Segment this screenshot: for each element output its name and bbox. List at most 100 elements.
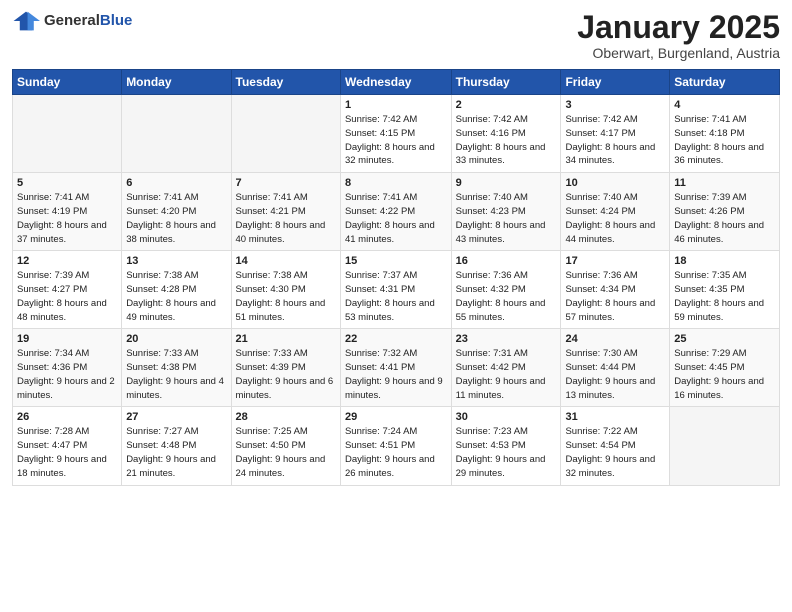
day-number: 25 — [674, 333, 775, 345]
logo-text-blue: Blue — [100, 12, 133, 29]
calendar-cell: 17Sunrise: 7:36 AM Sunset: 4:34 PM Dayli… — [561, 251, 670, 329]
calendar-day-header: Saturday — [670, 70, 780, 95]
day-info: Sunrise: 7:38 AM Sunset: 4:28 PM Dayligh… — [126, 269, 226, 324]
day-number: 9 — [456, 177, 557, 189]
calendar-table: SundayMondayTuesdayWednesdayThursdayFrid… — [12, 69, 780, 485]
day-number: 23 — [456, 333, 557, 345]
day-info: Sunrise: 7:30 AM Sunset: 4:44 PM Dayligh… — [565, 347, 665, 402]
calendar-week-row: 12Sunrise: 7:39 AM Sunset: 4:27 PM Dayli… — [13, 251, 780, 329]
title-block: January 2025 Oberwart, Burgenland, Austr… — [577, 10, 780, 61]
day-info: Sunrise: 7:33 AM Sunset: 4:39 PM Dayligh… — [236, 347, 336, 402]
day-number: 27 — [126, 411, 226, 423]
calendar-cell: 3 Sunrise: 7:42 AM Sunset: 4:17 PM Daylig… — [561, 95, 670, 173]
day-number: 3 — [565, 99, 665, 111]
calendar-cell: 6Sunrise: 7:41 AM Sunset: 4:20 PM Daylig… — [122, 173, 231, 251]
day-info: Sunrise: 7:36 AM Sunset: 4:32 PM Dayligh… — [456, 269, 557, 324]
calendar-cell: 15Sunrise: 7:37 AM Sunset: 4:31 PM Dayli… — [340, 251, 451, 329]
calendar-day-header: Friday — [561, 70, 670, 95]
calendar-cell: 23 Sunrise: 7:31 AM Sunset: 4:42 PM Dayli… — [451, 329, 561, 407]
day-info: Sunrise: 7:35 AM Sunset: 4:35 PM Dayligh… — [674, 269, 775, 324]
day-info: Sunrise: 7:31 AM Sunset: 4:42 PM Dayligh… — [456, 347, 557, 402]
calendar-cell: 24 Sunrise: 7:30 AM Sunset: 4:44 PM Dayli… — [561, 329, 670, 407]
day-info: Sunrise: 7:42 AM Sunset: 4:17 PM Dayligh… — [565, 113, 665, 168]
calendar-cell: 7 Sunrise: 7:41 AM Sunset: 4:21 PM Daylig… — [231, 173, 340, 251]
day-number: 11 — [674, 177, 775, 189]
calendar-cell: 9 Sunrise: 7:40 AM Sunset: 4:23 PM Daylig… — [451, 173, 561, 251]
calendar-day-header: Tuesday — [231, 70, 340, 95]
calendar-day-header: Sunday — [13, 70, 122, 95]
day-info: Sunrise: 7:34 AM Sunset: 4:36 PM Dayligh… — [17, 347, 117, 402]
day-number: 18 — [674, 255, 775, 267]
calendar-cell: 10 Sunrise: 7:40 AM Sunset: 4:24 PM Dayli… — [561, 173, 670, 251]
calendar-cell: 2 Sunrise: 7:42 AM Sunset: 4:16 PM Daylig… — [451, 95, 561, 173]
day-info: Sunrise: 7:38 AM Sunset: 4:30 PM Dayligh… — [236, 269, 336, 324]
day-number: 26 — [17, 411, 117, 423]
day-number: 17 — [565, 255, 665, 267]
day-number: 24 — [565, 333, 665, 345]
day-number: 14 — [236, 255, 336, 267]
day-info: Sunrise: 7:27 AM Sunset: 4:48 PM Dayligh… — [126, 425, 226, 480]
calendar-cell: 19 Sunrise: 7:34 AM Sunset: 4:36 PM Dayli… — [13, 329, 122, 407]
calendar-cell: 27 Sunrise: 7:27 AM Sunset: 4:48 PM Dayli… — [122, 407, 231, 485]
day-number: 20 — [126, 333, 226, 345]
calendar-cell: 28Sunrise: 7:25 AM Sunset: 4:50 PM Dayli… — [231, 407, 340, 485]
day-number: 19 — [17, 333, 117, 345]
day-number: 15 — [345, 255, 447, 267]
day-info: Sunrise: 7:39 AM Sunset: 4:27 PM Dayligh… — [17, 269, 117, 324]
calendar-cell — [231, 95, 340, 173]
day-info: Sunrise: 7:41 AM Sunset: 4:18 PM Dayligh… — [674, 113, 775, 168]
calendar-header-row: SundayMondayTuesdayWednesdayThursdayFrid… — [13, 70, 780, 95]
day-info: Sunrise: 7:28 AM Sunset: 4:47 PM Dayligh… — [17, 425, 117, 480]
day-number: 5 — [17, 177, 117, 189]
day-info: Sunrise: 7:41 AM Sunset: 4:19 PM Dayligh… — [17, 191, 117, 246]
day-info: Sunrise: 7:41 AM Sunset: 4:21 PM Dayligh… — [236, 191, 336, 246]
day-number: 28 — [236, 411, 336, 423]
calendar-day-header: Monday — [122, 70, 231, 95]
day-info: Sunrise: 7:29 AM Sunset: 4:45 PM Dayligh… — [674, 347, 775, 402]
page-container: GeneralBlue January 2025 Oberwart, Burge… — [0, 0, 792, 496]
calendar-week-row: 1 Sunrise: 7:42 AM Sunset: 4:15 PM Daylig… — [13, 95, 780, 173]
calendar-cell: 25 Sunrise: 7:29 AM Sunset: 4:45 PM Dayli… — [670, 329, 780, 407]
day-info: Sunrise: 7:40 AM Sunset: 4:24 PM Dayligh… — [565, 191, 665, 246]
calendar-cell: 16 Sunrise: 7:36 AM Sunset: 4:32 PM Dayli… — [451, 251, 561, 329]
day-info: Sunrise: 7:42 AM Sunset: 4:16 PM Dayligh… — [456, 113, 557, 168]
day-number: 4 — [674, 99, 775, 111]
calendar-cell: 29 Sunrise: 7:24 AM Sunset: 4:51 PM Dayli… — [340, 407, 451, 485]
day-number: 31 — [565, 411, 665, 423]
day-number: 13 — [126, 255, 226, 267]
day-number: 22 — [345, 333, 447, 345]
day-info: Sunrise: 7:39 AM Sunset: 4:26 PM Dayligh… — [674, 191, 775, 246]
day-info: Sunrise: 7:22 AM Sunset: 4:54 PM Dayligh… — [565, 425, 665, 480]
day-info: Sunrise: 7:40 AM Sunset: 4:23 PM Dayligh… — [456, 191, 557, 246]
day-number: 16 — [456, 255, 557, 267]
calendar-cell: 5 Sunrise: 7:41 AM Sunset: 4:19 PM Daylig… — [13, 173, 122, 251]
subtitle: Oberwart, Burgenland, Austria — [577, 45, 780, 61]
calendar-cell: 18 Sunrise: 7:35 AM Sunset: 4:35 PM Dayli… — [670, 251, 780, 329]
day-number: 30 — [456, 411, 557, 423]
calendar-day-header: Thursday — [451, 70, 561, 95]
main-title: January 2025 — [577, 10, 780, 45]
calendar-cell: 30Sunrise: 7:23 AM Sunset: 4:53 PM Dayli… — [451, 407, 561, 485]
calendar-cell: 11 Sunrise: 7:39 AM Sunset: 4:26 PM Dayli… — [670, 173, 780, 251]
calendar-day-header: Wednesday — [340, 70, 451, 95]
day-number: 21 — [236, 333, 336, 345]
day-info: Sunrise: 7:42 AM Sunset: 4:15 PM Dayligh… — [345, 113, 447, 168]
calendar-week-row: 19 Sunrise: 7:34 AM Sunset: 4:36 PM Dayli… — [13, 329, 780, 407]
day-info: Sunrise: 7:33 AM Sunset: 4:38 PM Dayligh… — [126, 347, 226, 402]
header: GeneralBlue January 2025 Oberwart, Burge… — [12, 10, 780, 61]
day-number: 2 — [456, 99, 557, 111]
calendar-week-row: 26 Sunrise: 7:28 AM Sunset: 4:47 PM Dayli… — [13, 407, 780, 485]
day-number: 7 — [236, 177, 336, 189]
day-number: 29 — [345, 411, 447, 423]
calendar-cell — [670, 407, 780, 485]
day-number: 10 — [565, 177, 665, 189]
day-info: Sunrise: 7:32 AM Sunset: 4:41 PM Dayligh… — [345, 347, 447, 402]
day-info: Sunrise: 7:41 AM Sunset: 4:20 PM Dayligh… — [126, 191, 226, 246]
day-info: Sunrise: 7:24 AM Sunset: 4:51 PM Dayligh… — [345, 425, 447, 480]
calendar-week-row: 5 Sunrise: 7:41 AM Sunset: 4:19 PM Daylig… — [13, 173, 780, 251]
calendar-cell: 22 Sunrise: 7:32 AM Sunset: 4:41 PM Dayli… — [340, 329, 451, 407]
day-number: 1 — [345, 99, 447, 111]
calendar-cell — [13, 95, 122, 173]
calendar-cell: 12Sunrise: 7:39 AM Sunset: 4:27 PM Dayli… — [13, 251, 122, 329]
calendar-cell: 26 Sunrise: 7:28 AM Sunset: 4:47 PM Dayli… — [13, 407, 122, 485]
